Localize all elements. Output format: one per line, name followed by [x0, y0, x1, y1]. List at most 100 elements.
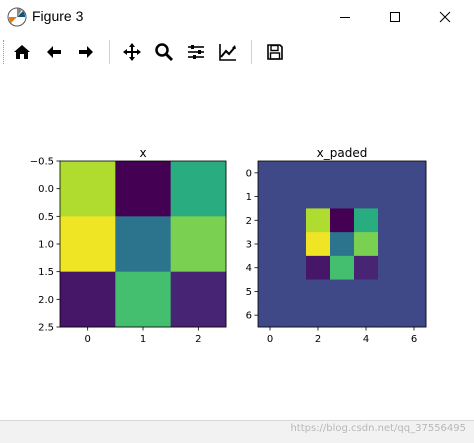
- heatmap-cell: [258, 232, 283, 257]
- y-tick-label: 0.0: [38, 184, 54, 195]
- heatmap-cell: [378, 279, 403, 304]
- x-tick-label: 6: [411, 334, 417, 345]
- save-button[interactable]: [261, 38, 289, 66]
- x-tick-label: 2: [195, 334, 201, 345]
- heatmap-cell: [258, 184, 283, 209]
- heatmap-cell: [115, 216, 172, 273]
- window-title: Figure 3: [32, 8, 84, 24]
- home-icon: [14, 45, 30, 59]
- heatmap-cell: [60, 161, 116, 217]
- matplotlib-logo-icon: [7, 7, 27, 27]
- heatmap-cell: [330, 255, 355, 280]
- y-tick-label: 1.5: [38, 267, 54, 278]
- heatmap-cell: [354, 161, 379, 186]
- heatmap-cell: [306, 255, 331, 280]
- heatmap-cell: [282, 184, 307, 209]
- watermark-text: https://blog.csdn.net/qq_37556495: [290, 423, 466, 434]
- heatmap-cell: [282, 279, 307, 304]
- title-bar: Figure 3: [0, 0, 474, 34]
- heatmap-cell: [378, 255, 403, 280]
- heatmap-cell: [354, 184, 379, 209]
- home-button[interactable]: [8, 38, 36, 66]
- axes-title: x_paded: [317, 146, 368, 160]
- y-tick-label: 3: [246, 240, 252, 251]
- heatmap-cell: [330, 208, 355, 233]
- toolbar-grip[interactable]: [3, 40, 6, 64]
- y-tick-label: −0.5: [30, 157, 54, 168]
- heatmap-cell: [354, 303, 379, 328]
- x-tick-label: 0: [267, 334, 273, 345]
- heatmap-cell: [306, 208, 331, 233]
- axes-title: x: [139, 146, 146, 160]
- heatmap-cell: [330, 279, 355, 304]
- minimize-icon: [340, 17, 350, 18]
- zoom-icon: [155, 43, 174, 62]
- heatmap-cell: [402, 184, 427, 209]
- close-button[interactable]: [422, 0, 468, 34]
- navigation-toolbar: [0, 34, 474, 71]
- maximize-icon: [390, 12, 400, 22]
- heatmap-cell: [402, 255, 427, 280]
- heatmap-cell: [282, 232, 307, 257]
- pan-icon: [123, 43, 141, 61]
- y-tick-label: 5: [246, 287, 252, 298]
- heatmap-cell: [306, 161, 331, 186]
- heatmap-cell: [258, 255, 283, 280]
- heatmap-cell: [170, 271, 227, 328]
- heatmap-cell: [402, 232, 427, 257]
- heatmap-cell: [354, 232, 379, 257]
- heatmap-cell: [354, 279, 379, 304]
- heatmap-cell: [115, 161, 172, 217]
- y-tick-label: 6: [246, 311, 252, 322]
- pan-button[interactable]: [118, 38, 146, 66]
- subplots-button[interactable]: [182, 38, 210, 66]
- figure-svg[interactable]: x 0 1 2 −0.5 0.0 0.5 1.0 1.5 2.0 2.5 x_paded 0 2 4 6…: [0, 70, 474, 420]
- x-tick-label: 1: [140, 334, 146, 345]
- heatmap-cell: [402, 161, 427, 186]
- heatmap-cell: [258, 303, 283, 328]
- x-tick-label: 2: [315, 334, 321, 345]
- heatmap-cell: [378, 184, 403, 209]
- heatmap-cell: [170, 161, 227, 217]
- heatmap-cell: [378, 232, 403, 257]
- heatmap-cell: [282, 161, 307, 186]
- heatmap-cell: [330, 161, 355, 186]
- zoom-button[interactable]: [150, 38, 178, 66]
- heatmap-cell: [402, 208, 427, 233]
- y-tick-label: 0: [246, 168, 252, 179]
- y-tick-label: 2.5: [38, 323, 54, 334]
- close-icon: [439, 11, 451, 23]
- heatmap-cell: [282, 255, 307, 280]
- toolbar-separator: [109, 40, 110, 64]
- heatmap-cell: [170, 216, 227, 273]
- maximize-button[interactable]: [372, 0, 418, 34]
- heatmap-cell: [378, 303, 403, 328]
- axes-x[interactable]: x 0 1 2 −0.5 0.0 0.5 1.0 1.5 2.0 2.5: [30, 146, 227, 345]
- x-tick-label: 0: [84, 334, 90, 345]
- edit-axes-button[interactable]: [214, 38, 242, 66]
- heatmap-cell: [354, 255, 379, 280]
- heatmap-cell: [330, 232, 355, 257]
- heatmap-cell: [402, 279, 427, 304]
- minimize-button[interactable]: [322, 0, 368, 34]
- edit-axes-icon: [219, 44, 236, 61]
- back-button[interactable]: [40, 38, 68, 66]
- heatmap-cell: [330, 184, 355, 209]
- heatmap-cell: [378, 161, 403, 186]
- axes-x-paded[interactable]: x_paded 0 2 4 6 0 1 2 3 4 5 6: [246, 146, 427, 345]
- y-tick-label: 1.0: [38, 240, 54, 251]
- y-tick-label: 0.5: [38, 212, 54, 223]
- forward-button[interactable]: [72, 38, 100, 66]
- y-tick-label: 1: [246, 192, 252, 203]
- toolbar-separator: [251, 40, 252, 64]
- forward-arrow-icon: [79, 46, 93, 58]
- heatmap-cell: [282, 208, 307, 233]
- y-tick-label: 4: [246, 263, 252, 274]
- status-bar: https://blog.csdn.net/qq_37556495: [0, 420, 474, 443]
- back-arrow-icon: [47, 46, 61, 58]
- heatmap-cell: [378, 208, 403, 233]
- heatmap-cell: [306, 232, 331, 257]
- y-tick-label: 2.0: [38, 295, 54, 306]
- heatmap-cell: [60, 216, 116, 273]
- figure-canvas[interactable]: x 0 1 2 −0.5 0.0 0.5 1.0 1.5 2.0 2.5 x_paded 0 2 4 6…: [0, 70, 474, 420]
